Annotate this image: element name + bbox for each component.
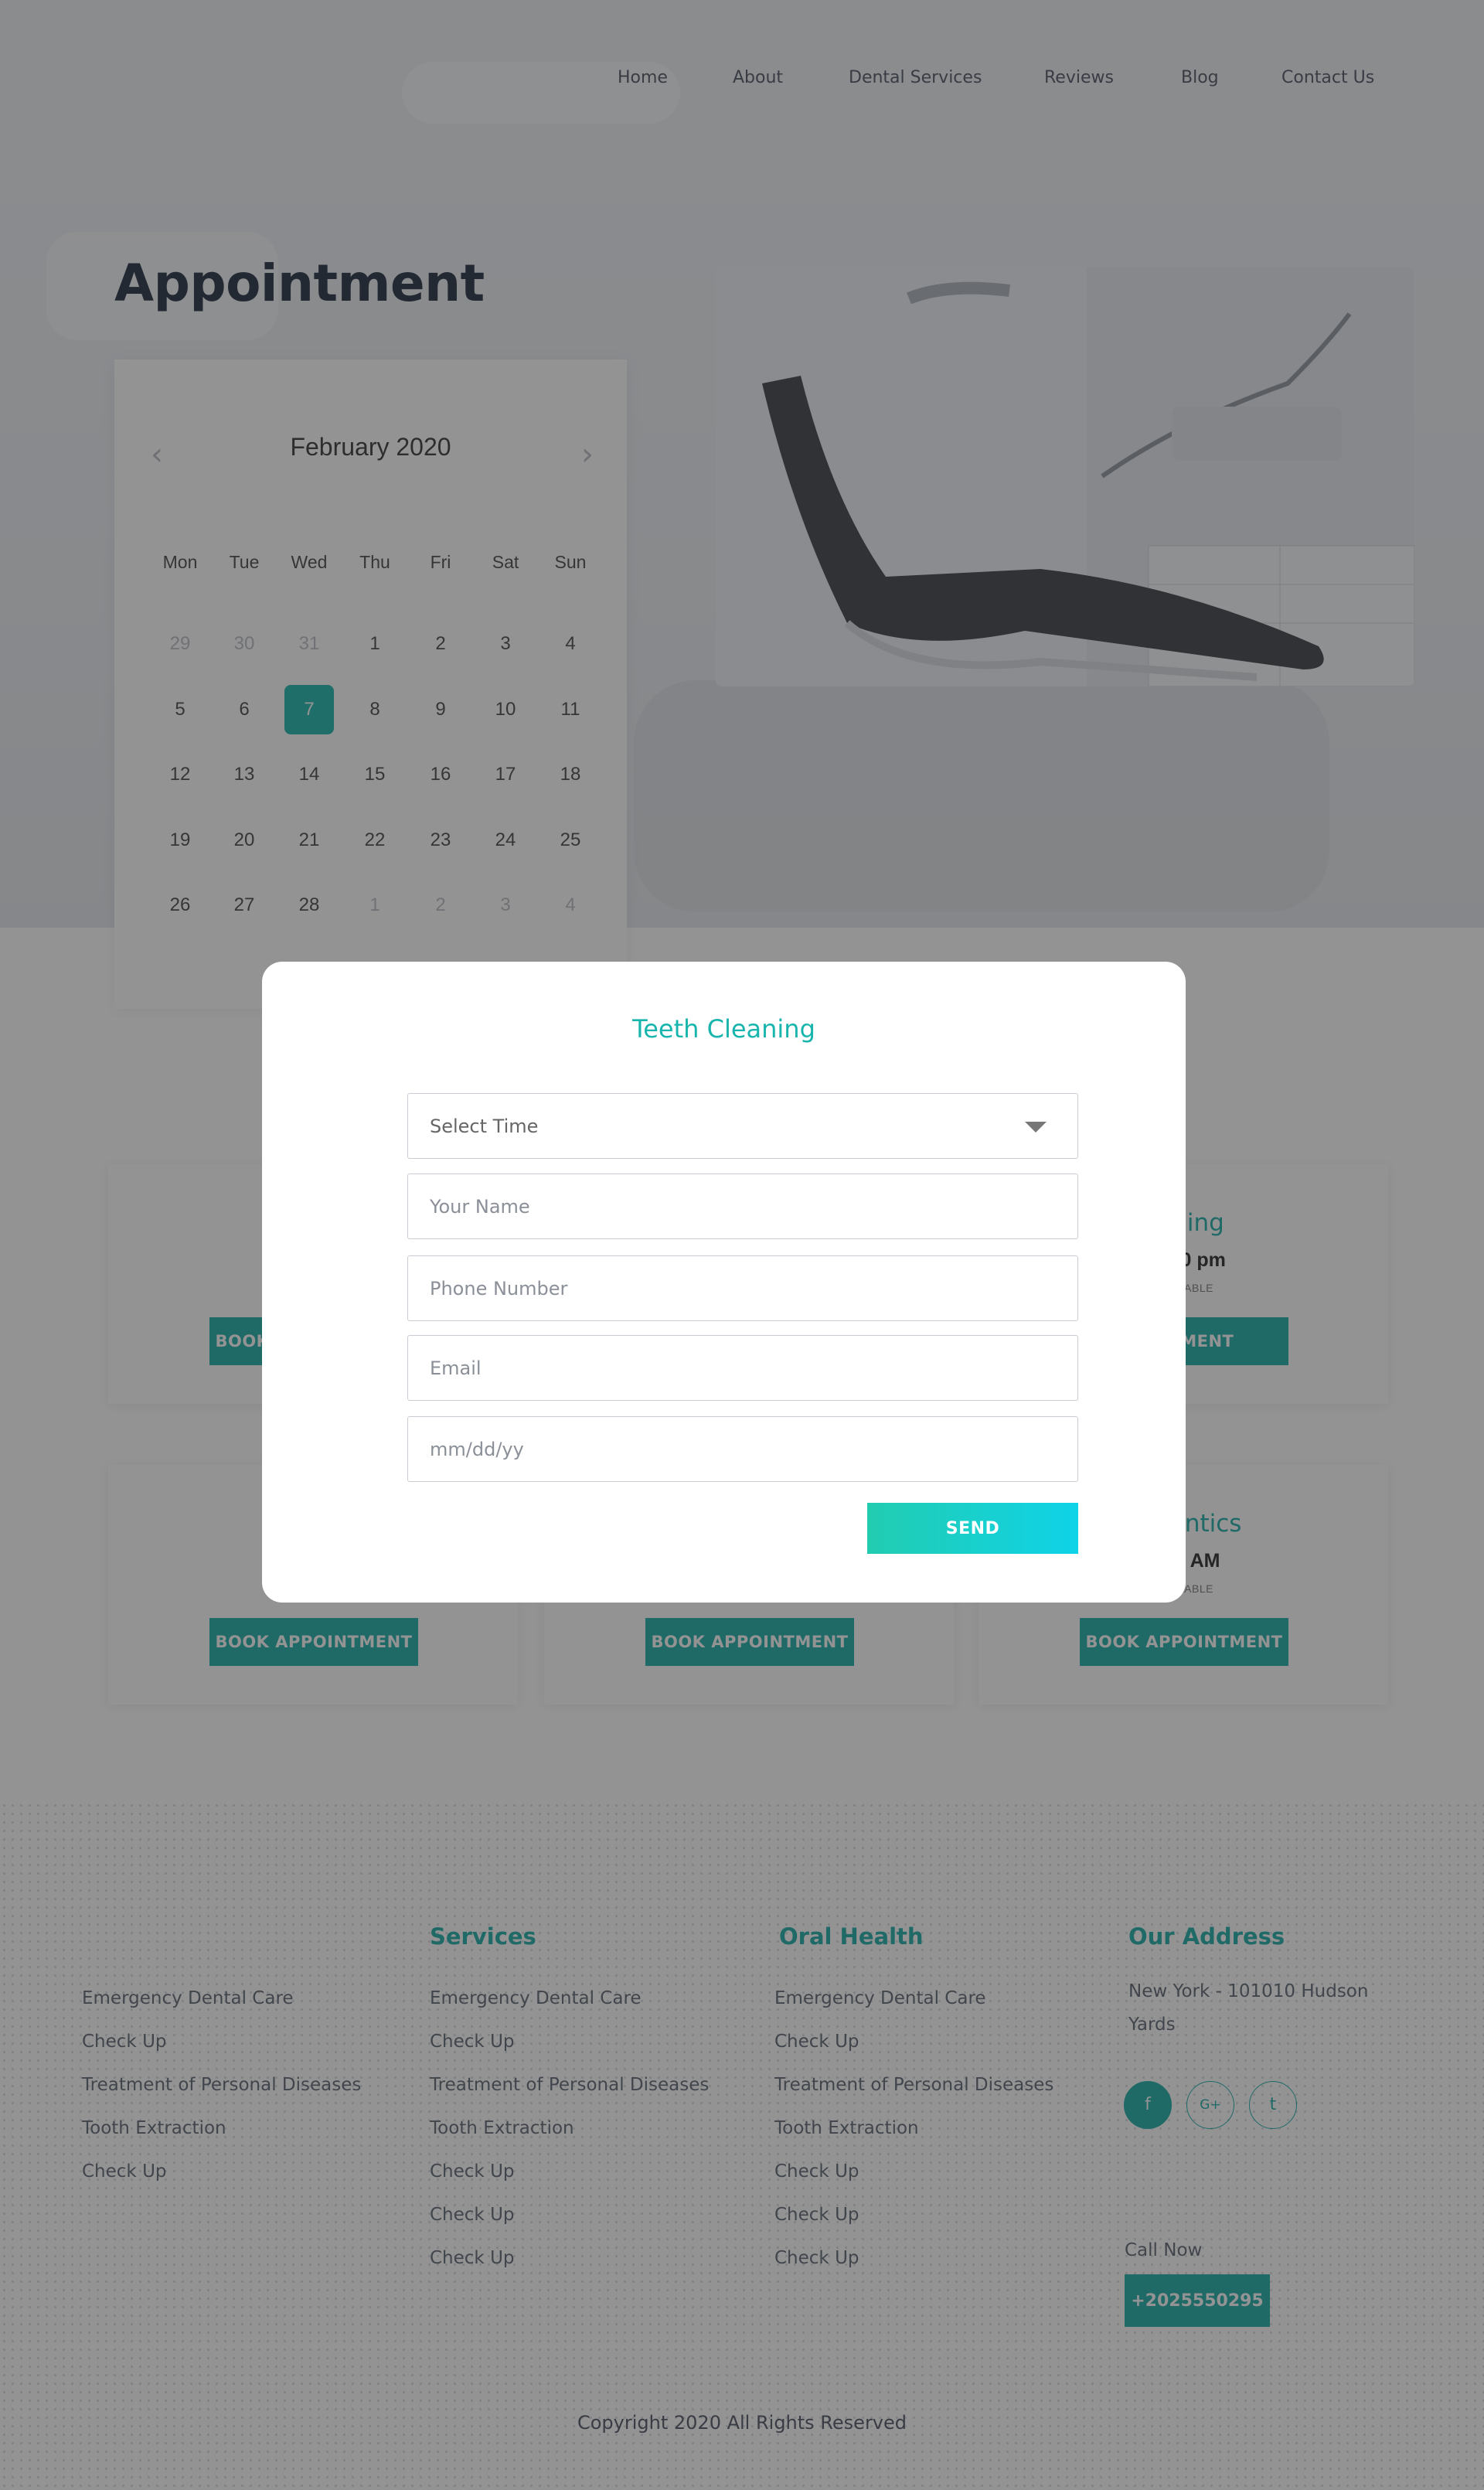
email-input[interactable] — [407, 1335, 1078, 1401]
select-time-dropdown[interactable]: Select Time — [407, 1093, 1078, 1159]
caret-down-icon — [1025, 1122, 1047, 1133]
date-input[interactable] — [407, 1416, 1078, 1482]
name-input[interactable] — [407, 1173, 1078, 1239]
send-button[interactable]: SEND — [867, 1503, 1078, 1554]
page: Home About Dental Services Reviews Blog … — [0, 0, 1484, 2490]
modal-title: Teeth Cleaning — [632, 1014, 815, 1044]
select-time-value: Select Time — [430, 1116, 539, 1137]
booking-modal: Teeth Cleaning Select Time SEND — [262, 962, 1186, 1603]
phone-input[interactable] — [407, 1255, 1078, 1321]
